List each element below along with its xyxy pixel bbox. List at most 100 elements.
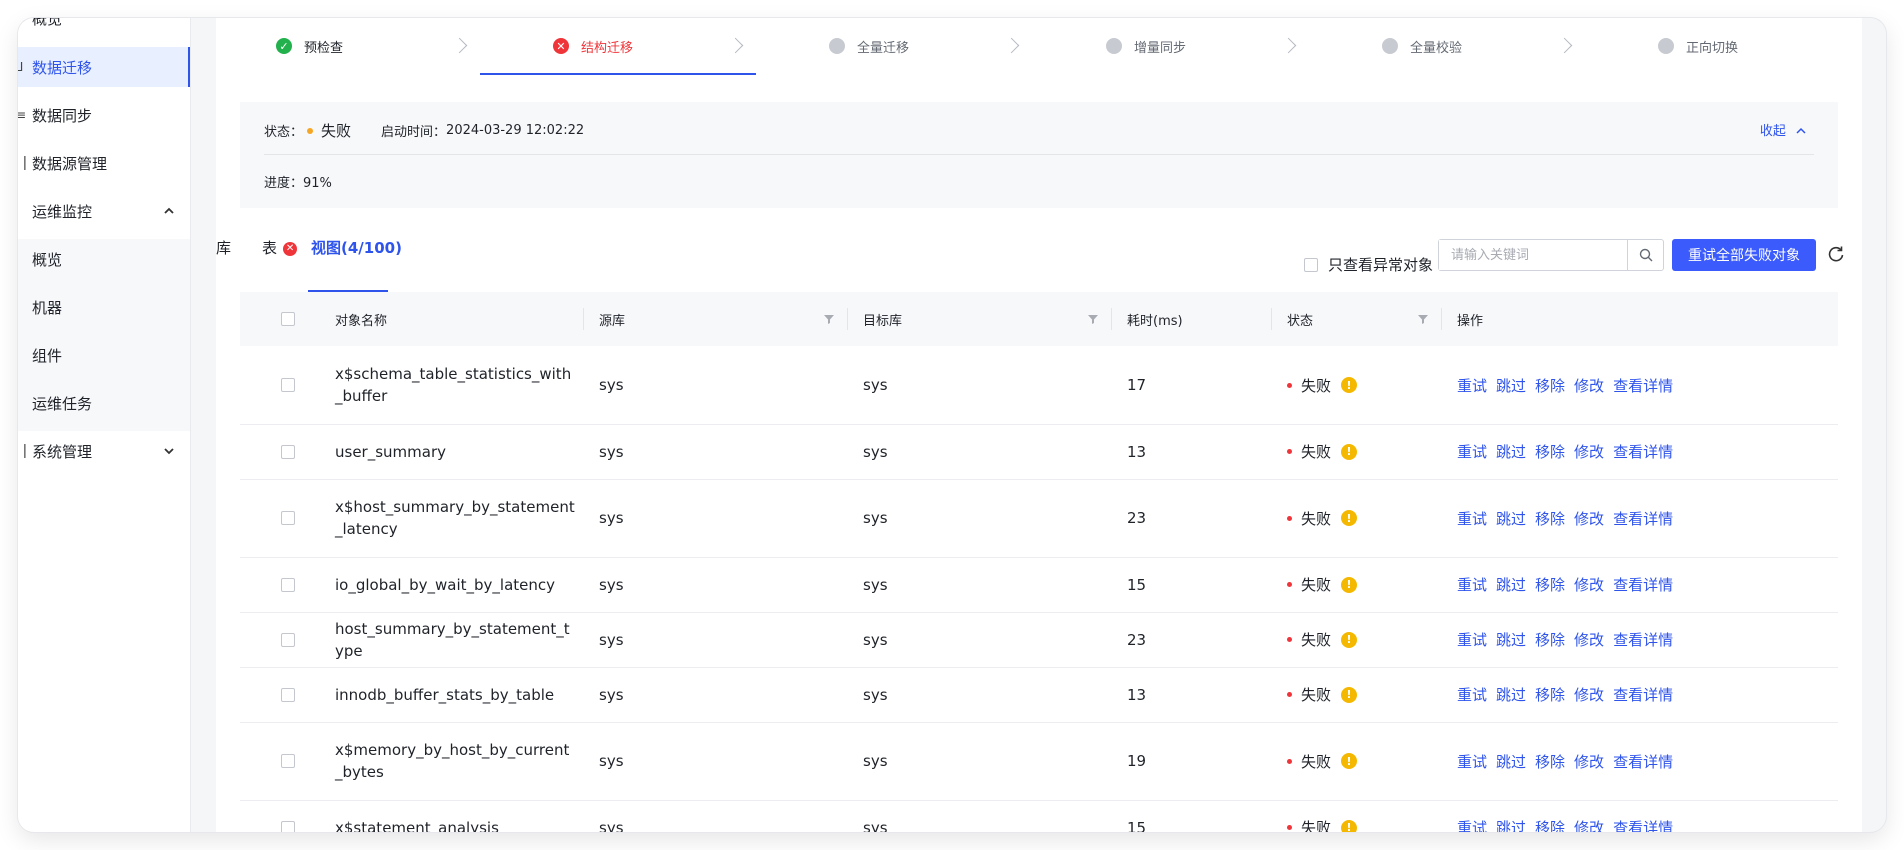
edit-link[interactable]: 修改 [1574, 629, 1604, 650]
row-checkbox[interactable] [281, 820, 295, 832]
select-all-checkbox[interactable] [281, 312, 295, 326]
skip-link[interactable]: 跳过 [1496, 441, 1526, 462]
filter-icon[interactable] [1087, 313, 1099, 325]
collapse-button[interactable]: 收起 [1760, 120, 1806, 139]
tab-table[interactable]: 表 ✕ [262, 237, 298, 258]
remove-link[interactable]: 移除 [1535, 574, 1565, 595]
tab-database[interactable]: 库 [216, 237, 231, 258]
row-checkbox[interactable] [281, 687, 295, 702]
target-db: sys [863, 509, 888, 527]
edit-link[interactable]: 修改 [1574, 817, 1604, 832]
filter-icon[interactable] [1417, 313, 1429, 325]
sidebar-item-label: 数据源管理 [32, 154, 108, 173]
row-checkbox[interactable] [281, 754, 295, 768]
view-details-link[interactable]: 查看详情 [1613, 751, 1673, 772]
elapsed-ms: 17 [1127, 376, 1147, 394]
step-full-verify[interactable]: 全量校验 [1382, 18, 1462, 74]
fail-dot-icon [1287, 692, 1292, 697]
skip-link[interactable]: 跳过 [1496, 751, 1526, 772]
remove-link[interactable]: 移除 [1535, 751, 1565, 772]
view-details-link[interactable]: 查看详情 [1613, 629, 1673, 650]
remove-link[interactable]: 移除 [1535, 817, 1565, 832]
warning-icon[interactable]: ! [1341, 510, 1358, 526]
view-details-link[interactable]: 查看详情 [1613, 574, 1673, 595]
filter-icon[interactable] [823, 313, 835, 325]
retry-link[interactable]: 重试 [1457, 441, 1487, 462]
edit-link[interactable]: 修改 [1574, 751, 1604, 772]
sidebar-item-system[interactable]: ▕ 系统管理 [18, 431, 190, 471]
table-header: 对象名称 源库 目标库 耗时(ms) 状态 操作 [240, 292, 1838, 346]
warning-icon[interactable]: ! [1341, 686, 1358, 703]
row-checkbox[interactable] [281, 378, 295, 392]
sidebar-item-label: 运维监控 [32, 202, 93, 221]
view-details-link[interactable]: 查看详情 [1613, 684, 1673, 705]
status-panel: 状态： 失败 启动时间： 2024-03-29 12:02:22 收起 进度：9… [240, 102, 1838, 208]
warning-icon[interactable]: ! [1341, 443, 1358, 460]
step-full-migration[interactable]: 全量迁移 [829, 18, 909, 74]
sidebar-item-ops-overview[interactable]: 概览 [18, 239, 190, 279]
sidebar-item-label: 机器 [32, 298, 63, 317]
skip-link[interactable]: 跳过 [1496, 574, 1526, 595]
retry-link[interactable]: 重试 [1457, 375, 1487, 396]
edit-link[interactable]: 修改 [1574, 508, 1604, 529]
sidebar-item-machines[interactable]: 机器 [18, 287, 190, 327]
elapsed-ms: 15 [1127, 818, 1147, 833]
sidebar-item-data-migration[interactable]: ᒧ 数据迁移 [18, 47, 190, 87]
view-details-link[interactable]: 查看详情 [1613, 508, 1673, 529]
refresh-icon[interactable] [1826, 244, 1846, 264]
check-icon: ✓ [276, 38, 292, 54]
remove-link[interactable]: 移除 [1535, 375, 1565, 396]
edit-link[interactable]: 修改 [1574, 375, 1604, 396]
only-abnormal-toggle[interactable]: 只查看异常对象 [1304, 254, 1433, 275]
status-text: 失败 [1301, 376, 1332, 395]
search-input[interactable] [1439, 240, 1627, 270]
step-schema-migration[interactable]: ✕ 结构迁移 [553, 18, 633, 74]
edit-link[interactable]: 修改 [1574, 441, 1604, 462]
source-db: sys [599, 509, 624, 527]
search-button[interactable] [1627, 240, 1663, 270]
view-details-link[interactable]: 查看详情 [1613, 817, 1673, 832]
remove-link[interactable]: 移除 [1535, 684, 1565, 705]
remove-link[interactable]: 移除 [1535, 629, 1565, 650]
retry-all-failed-button[interactable]: 重试全部失败对象 [1672, 239, 1816, 271]
sidebar-item-overview[interactable]: 概览 [18, 18, 190, 38]
retry-link[interactable]: 重试 [1457, 508, 1487, 529]
skip-link[interactable]: 跳过 [1496, 817, 1526, 832]
row-checkbox[interactable] [281, 444, 295, 459]
row-checkbox[interactable] [281, 511, 295, 525]
warning-icon[interactable]: ! [1341, 576, 1358, 593]
step-incremental-sync[interactable]: 增量同步 [1106, 18, 1186, 74]
skip-link[interactable]: 跳过 [1496, 629, 1526, 650]
step-precheck[interactable]: ✓ 预检查 [276, 18, 343, 74]
header-elapsed: 耗时(ms) [1127, 313, 1183, 329]
edit-link[interactable]: 修改 [1574, 574, 1604, 595]
tab-view[interactable]: 视图(4/100) [311, 237, 402, 258]
warning-icon[interactable]: ! [1341, 819, 1358, 832]
view-details-link[interactable]: 查看详情 [1613, 375, 1673, 396]
retry-link[interactable]: 重试 [1457, 684, 1487, 705]
sidebar-item-datasource[interactable]: ▕ 数据源管理 [18, 143, 190, 183]
retry-link[interactable]: 重试 [1457, 751, 1487, 772]
step-forward-switch[interactable]: 正向切换 [1658, 18, 1738, 74]
skip-link[interactable]: 跳过 [1496, 684, 1526, 705]
remove-link[interactable]: 移除 [1535, 508, 1565, 529]
only-abnormal-checkbox[interactable] [1304, 257, 1318, 272]
sidebar-item-components[interactable]: 组件 [18, 335, 190, 375]
edit-link[interactable]: 修改 [1574, 684, 1604, 705]
retry-link[interactable]: 重试 [1457, 574, 1487, 595]
warning-icon[interactable]: ! [1341, 631, 1358, 648]
retry-link[interactable]: 重试 [1457, 629, 1487, 650]
skip-link[interactable]: 跳过 [1496, 375, 1526, 396]
sidebar-item-ops-monitor[interactable]: ▏ 运维监控 [18, 191, 190, 231]
sidebar-item-data-sync[interactable]: ≡ 数据同步 [18, 95, 190, 135]
warning-icon[interactable]: ! [1341, 753, 1358, 769]
row-checkbox[interactable] [281, 577, 295, 592]
remove-link[interactable]: 移除 [1535, 441, 1565, 462]
view-details-link[interactable]: 查看详情 [1613, 441, 1673, 462]
row-checkbox[interactable] [281, 632, 295, 647]
skip-link[interactable]: 跳过 [1496, 508, 1526, 529]
warning-icon[interactable]: ! [1341, 377, 1358, 393]
sidebar-item-ops-tasks[interactable]: 运维任务 [18, 383, 190, 423]
chevron-right-icon [451, 37, 468, 54]
retry-link[interactable]: 重试 [1457, 817, 1487, 832]
